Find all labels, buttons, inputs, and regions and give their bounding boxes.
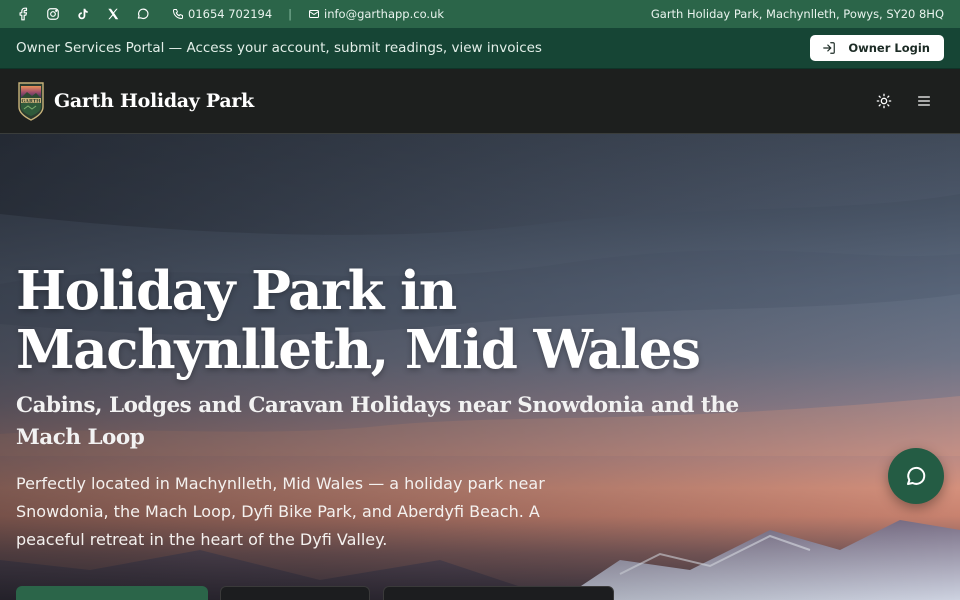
chat-widget-button[interactable] <box>888 448 944 504</box>
park-address: Garth Holiday Park, Machynlleth, Powys, … <box>650 7 944 21</box>
portal-message: Owner Services Portal — Access your acco… <box>16 40 542 56</box>
phone-icon <box>173 9 183 19</box>
garth-logo[interactable]: GARTH <box>16 81 46 121</box>
brand-name[interactable]: Garth Holiday Park <box>54 90 254 112</box>
owner-login-label: Owner Login <box>848 41 930 55</box>
owner-portal-bar: Owner Services Portal — Access your acco… <box>0 28 960 69</box>
hero-subtitle: Cabins, Lodges and Caravan Holidays near… <box>16 393 739 450</box>
hero-section: Holiday Park in Machynlleth, Mid Wales C… <box>0 134 960 600</box>
theme-toggle-button[interactable] <box>864 81 904 121</box>
login-icon <box>823 42 836 54</box>
owner-login-button[interactable]: Owner Login <box>810 35 944 61</box>
tiktok-icon[interactable] <box>76 0 106 28</box>
phone-number: 01654 702194 <box>188 7 273 21</box>
x-icon[interactable] <box>106 0 136 28</box>
facebook-icon[interactable] <box>16 0 46 28</box>
hero-title: Holiday Park in Machynlleth, Mid Wales <box>16 260 701 381</box>
hero-secondary-button[interactable] <box>220 586 370 600</box>
phone-link[interactable]: 01654 702194 <box>172 7 272 21</box>
menu-button[interactable] <box>904 81 944 121</box>
email-link[interactable]: info@garthapp.co.uk <box>308 7 444 21</box>
chat-bubble-icon[interactable] <box>136 0 166 28</box>
hamburger-menu-icon <box>918 96 930 106</box>
sun-icon <box>876 93 892 109</box>
chat-icon <box>907 466 926 485</box>
email-address: info@garthapp.co.uk <box>324 7 445 21</box>
instagram-icon[interactable] <box>46 0 76 28</box>
social-links <box>16 0 166 28</box>
hero-tertiary-button[interactable] <box>383 586 614 600</box>
mail-icon <box>309 10 320 18</box>
contact-separator: | <box>288 7 293 21</box>
hero-primary-button[interactable] <box>16 586 208 600</box>
hero-description: Perfectly located in Machynlleth, Mid Wa… <box>16 474 545 549</box>
main-navigation: GARTH Garth Holiday Park <box>0 69 960 134</box>
top-contact-bar: 01654 702194 | info@garthapp.co.uk Garth… <box>0 0 960 28</box>
